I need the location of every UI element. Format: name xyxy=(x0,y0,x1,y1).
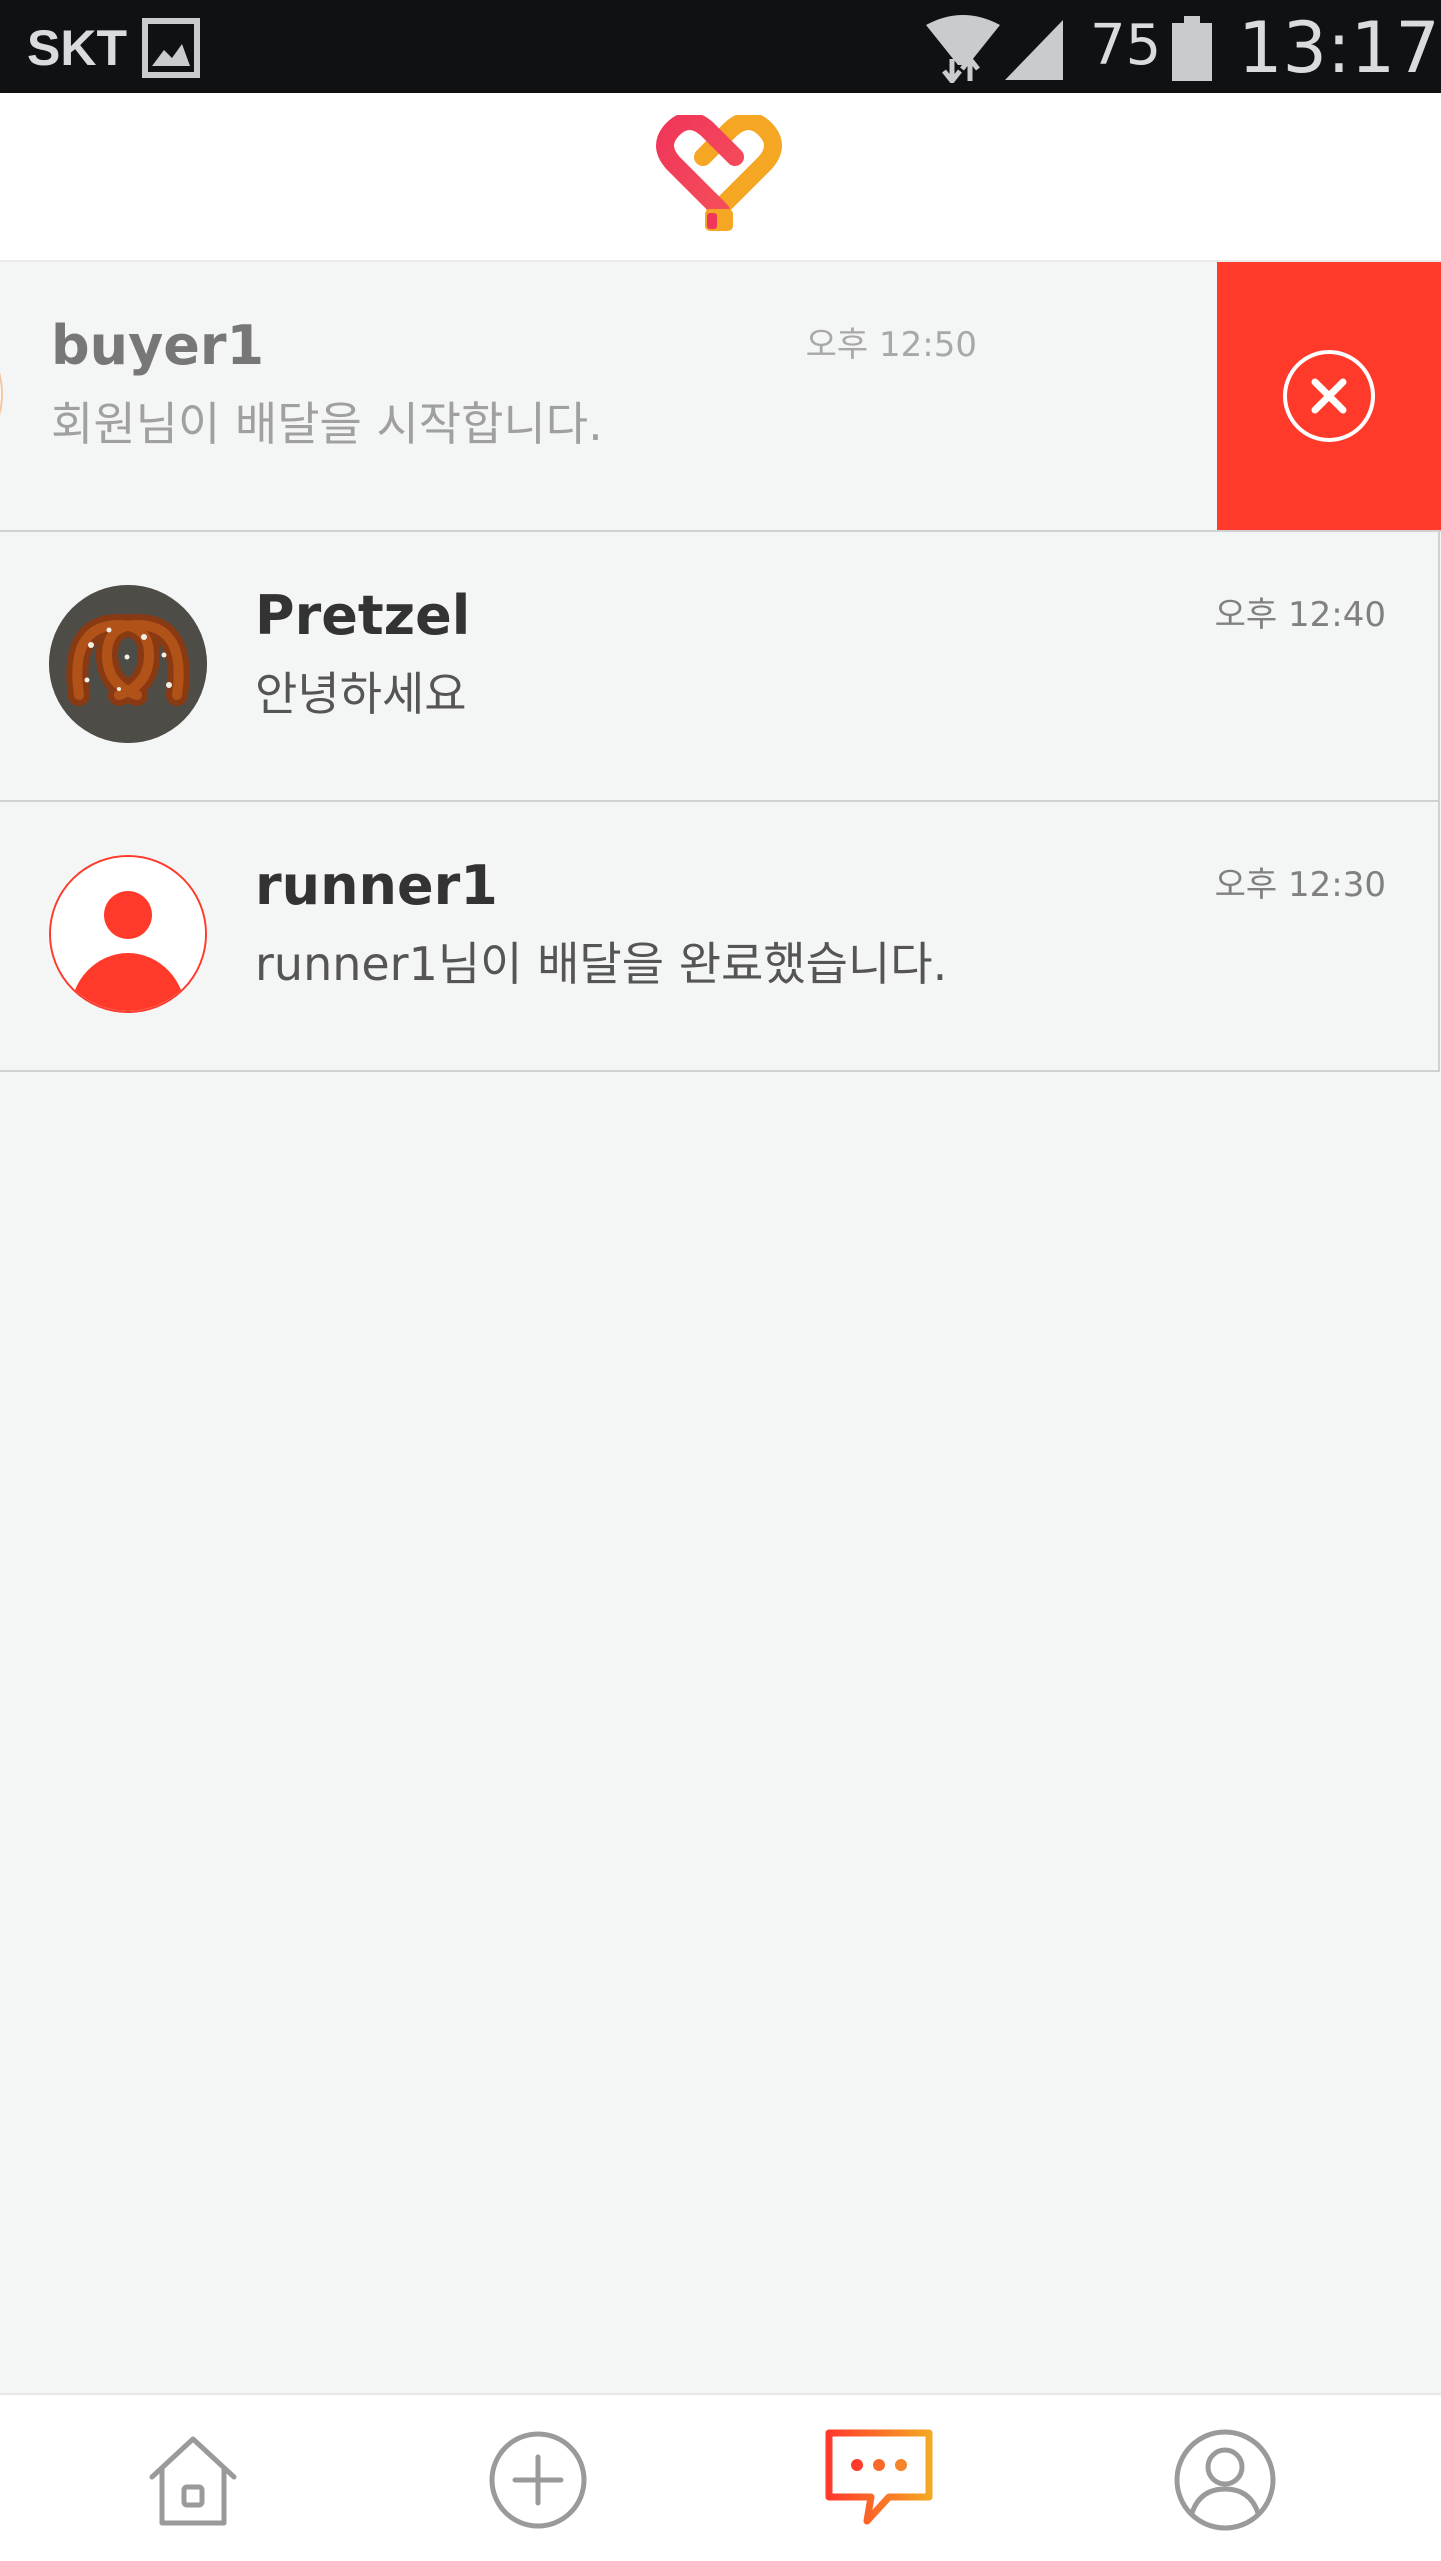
status-bar: SKT 75 13:17 xyxy=(0,0,1441,93)
chat-name: runner1 xyxy=(255,854,498,917)
nav-profile-button[interactable] xyxy=(1160,2415,1290,2545)
add-circle-icon xyxy=(489,2431,587,2529)
chat-time: 오후 12:40 xyxy=(1214,595,1386,635)
battery-level: 75 xyxy=(1090,13,1162,78)
close-circle-icon xyxy=(1283,350,1375,442)
chat-time: 오후 12:30 xyxy=(1214,865,1386,905)
signal-icon xyxy=(1005,20,1063,80)
gallery-icon xyxy=(142,18,200,78)
chat-name: buyer1 xyxy=(51,314,265,377)
default-user-avatar xyxy=(0,315,3,473)
chat-preview: runner1님이 배달을 완료했습니다. xyxy=(255,937,948,991)
nav-add-button[interactable] xyxy=(473,2415,603,2545)
app-header xyxy=(0,93,1441,260)
wifi-icon xyxy=(926,15,1000,83)
chat-row-content[interactable]: runner1 runner1님이 배달을 완료했습니다. 오후 12:30 xyxy=(0,802,1438,1070)
default-user-avatar xyxy=(49,855,207,1013)
nav-chat-button[interactable] xyxy=(814,2415,944,2545)
chat-row-pretzel[interactable]: Pretzel 안녕하세요 오후 12:40 xyxy=(0,532,1440,802)
chat-row-runner1[interactable]: runner1 runner1님이 배달을 완료했습니다. 오후 12:30 xyxy=(0,802,1440,1072)
chat-time: 오후 12:50 xyxy=(805,325,977,365)
chat-bubble-icon xyxy=(825,2429,933,2525)
chat-row-buyer1[interactable]: buyer1 회원님이 배달을 시작합니다. 오후 12:50 xyxy=(0,262,1441,532)
home-icon xyxy=(149,2436,237,2526)
profile-icon xyxy=(1174,2429,1276,2531)
chat-name: Pretzel xyxy=(255,584,471,647)
chat-row-content[interactable]: buyer1 회원님이 배달을 시작합니다. 오후 12:50 xyxy=(0,262,1237,530)
battery-icon xyxy=(1172,16,1212,81)
status-time: 13:17 xyxy=(1238,7,1440,89)
pretzel-photo-avatar xyxy=(49,585,207,743)
heart-logo-icon xyxy=(656,115,782,231)
nav-home-button[interactable] xyxy=(128,2415,258,2545)
bottom-nav xyxy=(0,2393,1441,2561)
delete-chat-button[interactable] xyxy=(1217,262,1441,530)
chat-row-content[interactable]: Pretzel 안녕하세요 오후 12:40 xyxy=(0,532,1438,800)
chat-preview: 안녕하세요 xyxy=(255,667,467,721)
carrier-label: SKT xyxy=(27,20,127,76)
chat-preview: 회원님이 배달을 시작합니다. xyxy=(51,397,603,451)
